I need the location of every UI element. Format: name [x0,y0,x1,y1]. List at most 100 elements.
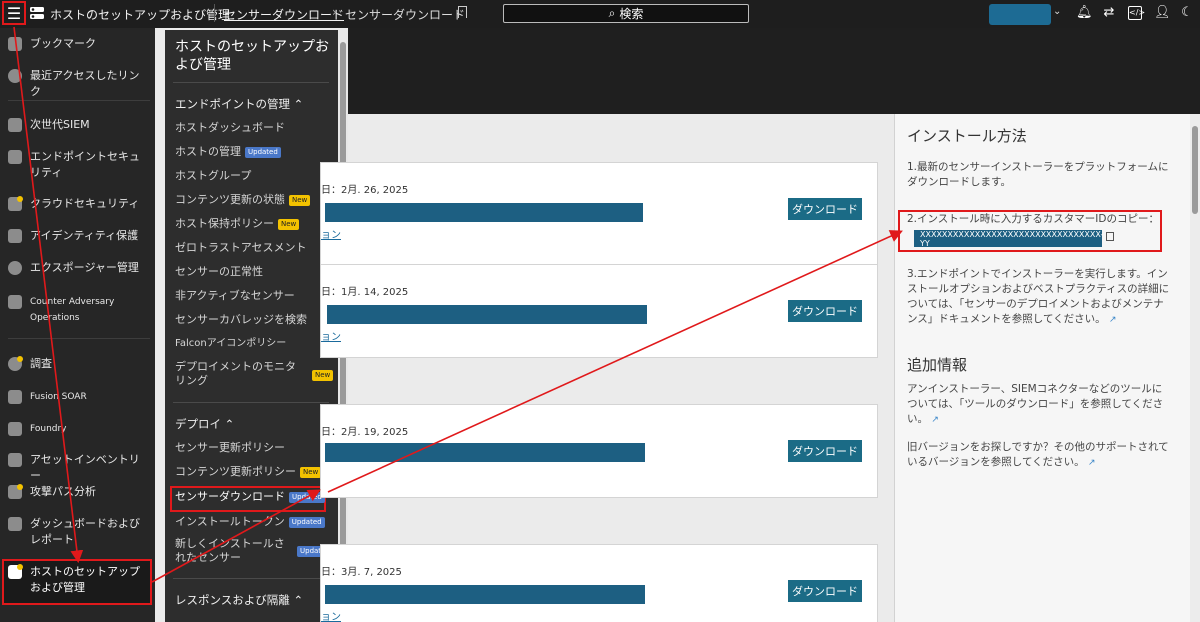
divider [8,100,150,101]
external-link-icon[interactable]: ↗ [931,415,939,425]
nav-item-endpoint[interactable]: エンドポイントセキュリティ [0,149,155,181]
divider [173,82,329,83]
download-button[interactable]: ダウンロード [788,580,862,602]
nav-item-dashboard[interactable]: ダッシュボードおよびレポート [0,516,155,548]
nav-item-foundry[interactable]: Foundry [0,421,155,437]
nav-item-adversary[interactable]: Counter Adversary Operations [0,294,155,326]
install-step-3: 3.エンドポイントでインストーラーを実行します。インストールオプションおよびベス… [907,268,1170,325]
download-button[interactable]: ダウンロード [788,198,862,220]
subnav-item[interactable]: 新しくインストールされたセンサー [175,537,295,565]
adversary-icon [8,295,22,309]
new-indicator [17,356,23,362]
subnav-title: ホストのセットアップおよび管理 [175,39,329,73]
install-title: インストール方法 [907,127,1027,145]
nav-item-asset[interactable]: アセットインベントリー [0,452,155,484]
subnav-item[interactable]: ホストの管理 Updated [175,145,333,159]
main-content: 日：2月. 26, 2025 ョン ダウンロード 日：1月. 14, 2025 … [320,114,893,622]
more-info-tools: アンインストーラー、SIEMコネクターなどのツールについては、「ツールのダウンロ… [907,383,1164,425]
subnav-item[interactable]: デプロイメントのモニタリング [175,360,305,388]
download-button[interactable]: ダウンロード [788,300,862,322]
bell-icon[interactable]: 🔔︎ [1076,6,1093,20]
new-badge: New [312,370,334,381]
bookmark-icon[interactable] [458,6,467,18]
chevron-down-icon[interactable]: ⌄ [1053,6,1061,17]
chevron-up-icon: ⌃ [293,97,304,111]
subnav-item[interactable]: 非アクティブなセンサー [175,289,333,303]
release-card: 日：2月. 26, 2025 ョン ダウンロード [320,162,878,266]
moon-icon[interactable]: ☾ [1180,6,1194,20]
subnav-item[interactable]: Falconアイコンポリシー [175,337,333,351]
scrollbar-thumb[interactable] [1192,126,1198,214]
search-input[interactable]: ⌕ 検索 [503,4,749,23]
release-notes-link[interactable]: ョン [321,226,341,241]
download-button[interactable]: ダウンロード [788,440,862,462]
subnav-item[interactable]: ホストグループ [175,169,333,183]
asset-icon [8,453,22,467]
nav-item-siem[interactable]: 次世代SIEM [0,117,155,133]
divider [214,4,215,22]
release-version-bar [325,443,645,462]
divider [173,578,329,579]
install-step-1: 1.最新のセンサーインストーラーをプラットフォームにダウンロードします。 [907,161,1169,188]
external-link-icon[interactable]: ↗ [1088,458,1096,468]
section-header-deploy[interactable]: デプロイ ⌃ [175,416,234,432]
subnav-item[interactable]: センサーの正常性 [175,265,333,279]
hamburger-menu-button[interactable]: ☰ [2,1,26,25]
updated-badge: Updated [288,516,325,528]
nav-item-exposure[interactable]: エクスポージャー管理 [0,260,155,276]
subnav-item[interactable]: ゼロトラストアセスメント [175,241,333,255]
exposure-icon [8,261,22,275]
subnav-item[interactable]: コンテンツ更新ポリシー New [175,465,333,479]
copy-icon[interactable] [1106,232,1114,241]
nav-item-attack-path[interactable]: 攻撃パス分析 [0,484,155,500]
subnav-item[interactable]: ホスト保持ポリシー New [175,217,333,231]
subnav-item-sensor-download[interactable]: センサーダウンロード Updated [175,490,333,504]
code-icon[interactable]: </> [1128,6,1145,20]
nav-item-host-setup[interactable]: ホストのセットアップおよび管理 [0,564,155,596]
release-notes-link[interactable]: ョン [321,608,341,622]
breadcrumb-link[interactable]: センサーダウンロード [224,6,344,23]
chevron-right-icon: › [332,5,337,19]
more-info-title: 追加情報 [907,356,968,374]
install-instructions-panel: インストール方法 1.最新のセンサーインストーラーをプラットフォームにダウンロー… [894,114,1190,622]
user-icon[interactable]: 👤︎ [1154,6,1171,20]
subnav-item[interactable]: センサーカバレッジを検索 [175,313,333,327]
subnav-item[interactable]: ホストダッシュボード [175,121,333,135]
recent-icon [8,69,22,83]
release-card: 日：3月. 7, 2025 ョン ダウンロード [320,544,878,622]
release-date: 日：3月. 7, 2025 [321,567,402,578]
subnav-item[interactable]: センサー更新ポリシー [175,441,333,455]
toggle-icon[interactable]: ⇄ [1102,6,1116,20]
release-notes-link[interactable]: ョン [321,328,341,343]
section-header-endpoint[interactable]: エンドポイントの管理 ⌃ [175,96,303,112]
primary-nav: ブックマーク 最近アクセスしたリンク 次世代SIEM エンドポイントセキュリティ… [0,28,155,622]
external-link-icon[interactable]: ↗ [1109,315,1117,325]
release-version-bar [325,203,643,222]
subnav-item[interactable]: コンテンツ更新の状態 New [175,193,333,207]
new-badge: New [278,218,300,230]
subnav-item[interactable]: インストールトークン Updated [175,515,333,529]
section-header-response[interactable]: レスポンスおよび隔離 ⌃ [175,592,303,608]
nav-item-cloud[interactable]: クラウドセキュリティ [0,196,155,212]
release-date: 日：2月. 26, 2025 [321,185,409,196]
install-step-2: 2.インストール時に入力するカスタマーIDのコピー： [907,213,1159,225]
search-icon: ⌕ [608,6,616,20]
new-badge: New [300,466,322,478]
release-version-bar [327,305,647,324]
more-info-versions: 旧バージョンをお探しですか？その他のサポートされているバージョンを参照してくださ… [907,441,1169,468]
new-indicator [17,564,23,570]
customer-switcher[interactable] [989,4,1051,25]
chevron-up-icon: ⌃ [293,593,304,607]
nav-item-investigate[interactable]: 調査 [0,356,155,372]
page-scrollbar[interactable] [1190,114,1200,622]
foundry-icon [8,422,22,436]
divider [173,402,329,403]
nav-item-recent[interactable]: 最近アクセスしたリンク [0,68,155,100]
new-badge: New [289,194,311,206]
endpoint-icon [8,150,22,164]
nav-item-identity[interactable]: アイデンティティ保護 [0,228,155,244]
new-indicator [17,196,23,202]
nav-item-fusion[interactable]: Fusion SOAR [0,389,155,405]
customer-id-field[interactable]: XXXXXXXXXXXXXXXXXXXXXXXXXXXXXXXXX-YY [914,230,1103,248]
nav-item-bookmarks[interactable]: ブックマーク [0,36,155,52]
